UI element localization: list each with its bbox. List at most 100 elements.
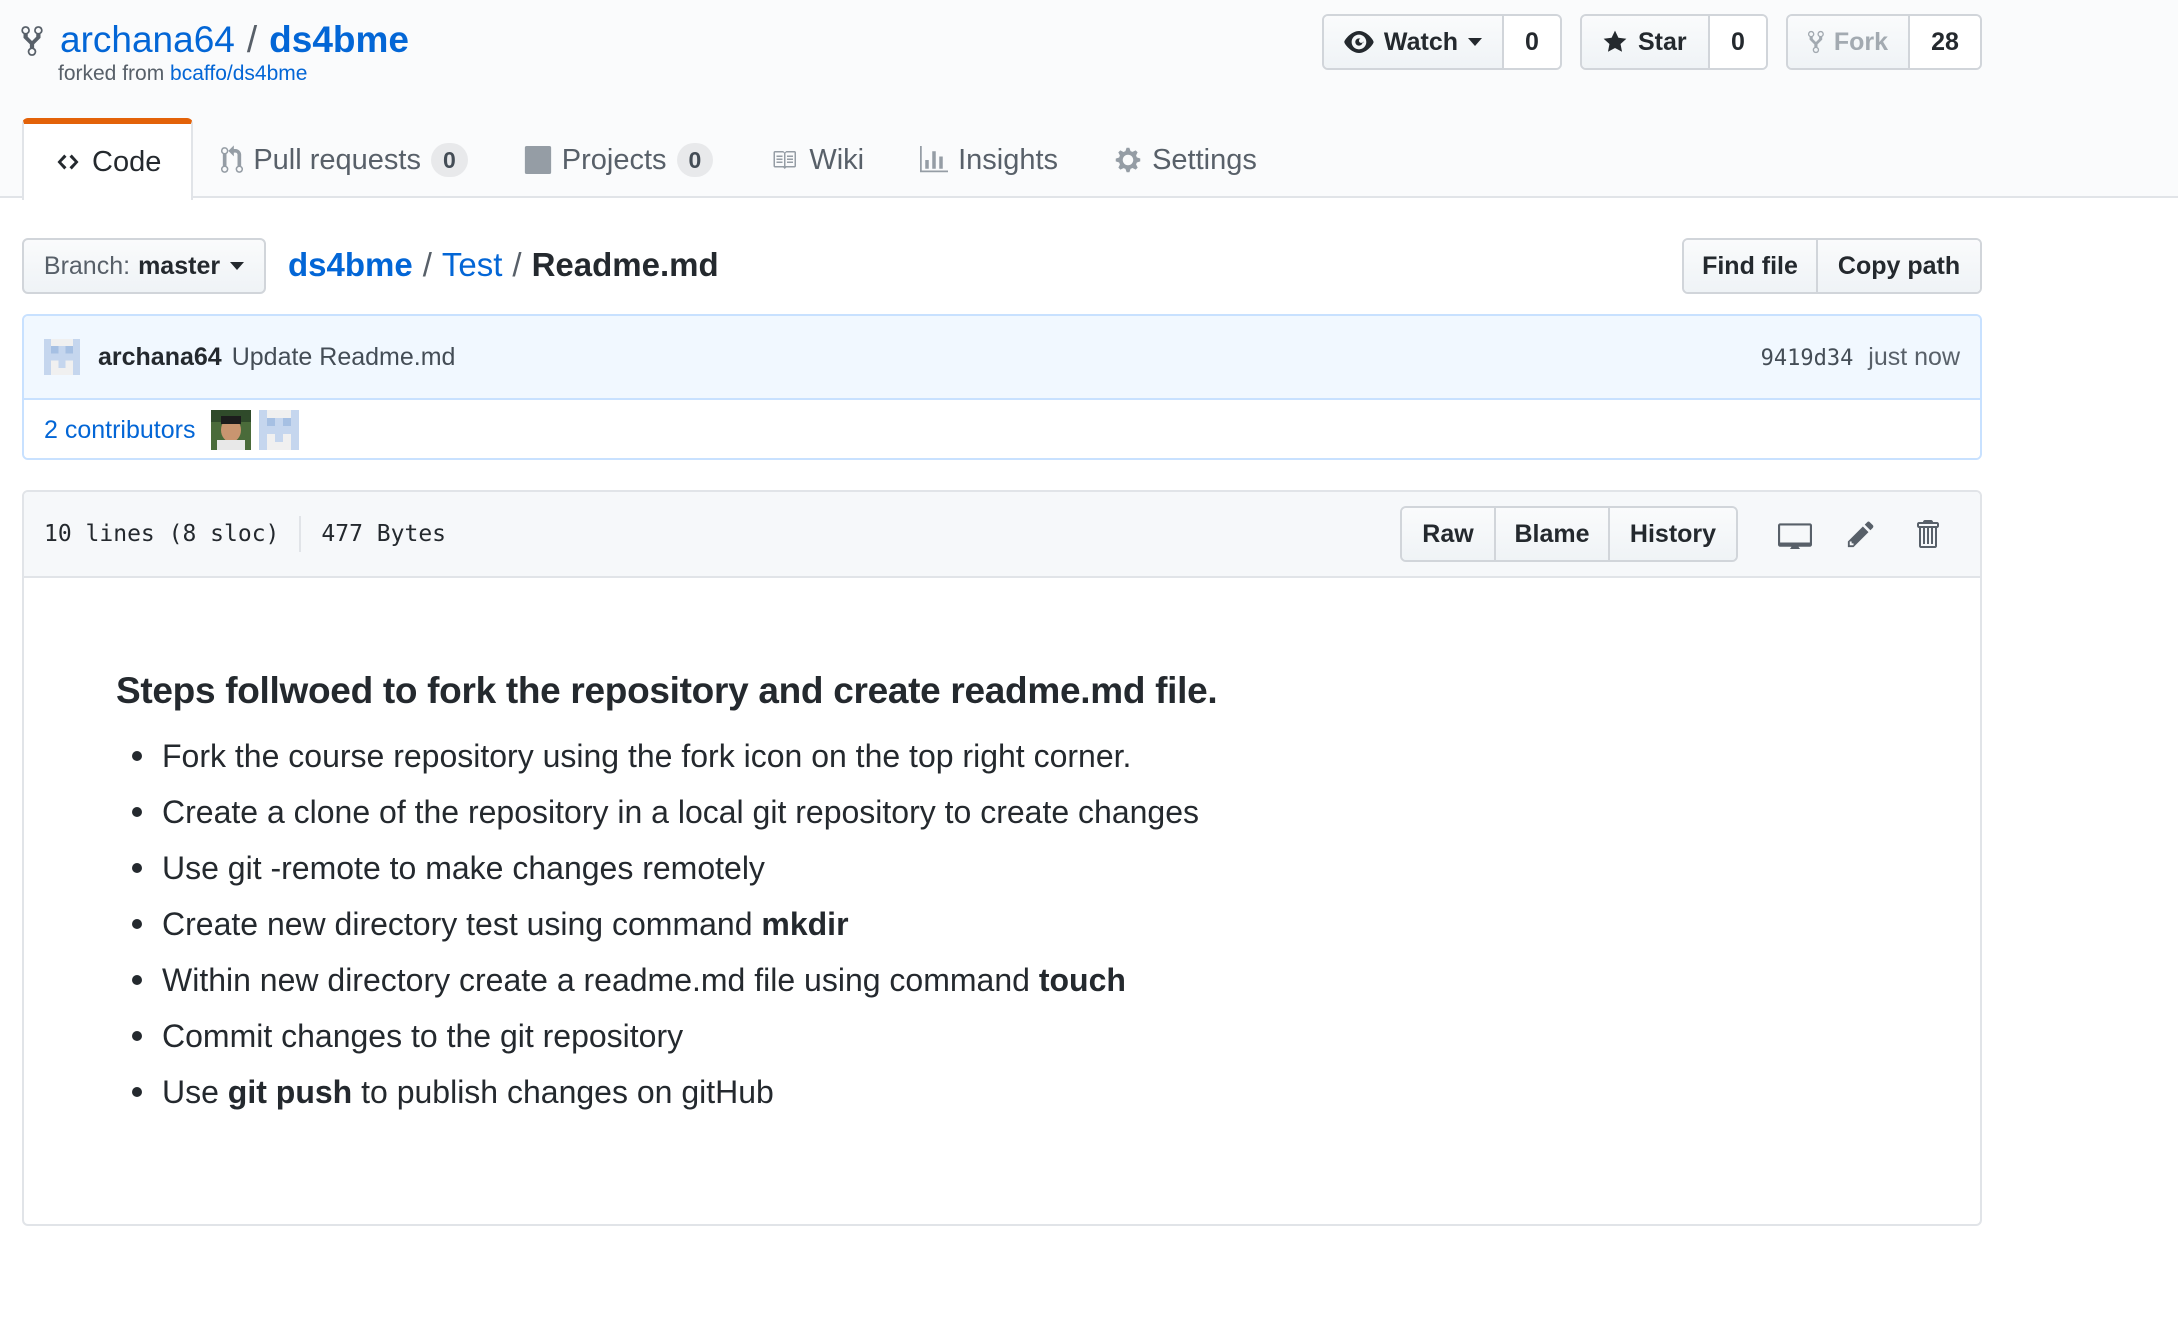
graph-icon (920, 146, 949, 173)
repo-title: archana64 / ds4bme (20, 14, 409, 66)
commit-sha-link[interactable]: 9419d34 (1761, 346, 1854, 371)
watch-label: Watch (1383, 27, 1458, 56)
avatar[interactable] (44, 339, 80, 375)
open-desktop-button[interactable] (1762, 506, 1828, 562)
list-item-bold: mkdir (761, 906, 849, 942)
star-action: Star 0 (1580, 14, 1768, 70)
breadcrumb-file-name: Readme.md (531, 246, 719, 283)
file-line-count: 10 lines (8 sloc) (44, 521, 280, 547)
contributor-avatar[interactable] (259, 410, 300, 450)
contributors-link[interactable]: 2 contributors (44, 416, 195, 445)
list-item-text: Fork the course repository using the for… (162, 738, 1132, 774)
eye-icon (1344, 31, 1374, 53)
branch-prefix: Branch: (43, 251, 131, 280)
list-item-text: Use git -remote to make changes remotely (162, 850, 765, 886)
star-count[interactable]: 0 (1708, 16, 1766, 68)
readme-list: Fork the course repository using the for… (116, 736, 1888, 1112)
pencil-icon (1847, 521, 1874, 548)
tab-settings[interactable]: Settings (1086, 120, 1285, 200)
commit-meta: 9419d34 just now (1761, 343, 1960, 372)
copy-path-button[interactable]: Copy path (1818, 240, 1980, 292)
commit-message-link[interactable]: Update Readme.md (232, 343, 456, 372)
breadcrumb-folder-link[interactable]: Test (442, 242, 503, 288)
repo-title-separator: / (246, 19, 258, 60)
tab-settings-label: Settings (1152, 143, 1257, 176)
list-item: Use git -remote to make changes remotely (132, 848, 1888, 888)
file-header: 10 lines (8 sloc) 477 Bytes Raw Blame Hi… (24, 492, 1980, 578)
repo-owner-link[interactable]: archana64 (60, 14, 235, 66)
chevron-down-icon (1468, 38, 1482, 46)
file-view-buttons: Raw Blame History (1400, 506, 1738, 562)
repo-header: archana64 / ds4bme forked from bcaffo/ds… (0, 0, 2178, 200)
star-label: Star (1638, 27, 1687, 56)
tab-projects[interactable]: Projects 0 (496, 120, 742, 200)
chevron-down-icon (230, 262, 245, 270)
projects-counter: 0 (676, 143, 714, 177)
watch-button[interactable]: Watch (1324, 16, 1502, 68)
breadcrumb-separator: / (422, 246, 432, 283)
raw-button[interactable]: Raw (1402, 508, 1496, 560)
forked-from-link[interactable]: bcaffo/ds4bme (170, 62, 307, 85)
forked-from-label: forked from (58, 62, 165, 85)
repo-tabs: Code Pull requests 0 Projects 0 Wiki Ins… (22, 118, 1285, 200)
file-info-divider (299, 516, 302, 552)
readme-content: Steps follwoed to fork the repository an… (24, 578, 1980, 1218)
list-item: Commit changes to the git repository (132, 1016, 1888, 1056)
branch-select-button[interactable]: Branch: master (22, 238, 266, 294)
latest-commit: archana64 Update Readme.md 9419d34 just … (24, 316, 1980, 400)
readme-heading: Steps follwoed to fork the repository an… (116, 670, 1218, 711)
tab-code-label: Code (92, 145, 162, 178)
project-icon (524, 146, 551, 174)
list-item-text: Create new directory test using command (162, 906, 762, 942)
tab-projects-label: Projects (561, 143, 667, 176)
forked-from: forked from bcaffo/ds4bme (58, 62, 307, 86)
list-item: Use git push to publish changes on gitHu… (132, 1072, 1888, 1112)
trashcan-icon (1917, 520, 1939, 548)
list-item-text: Commit changes to the git repository (162, 1018, 684, 1054)
tab-insights[interactable]: Insights (892, 120, 1086, 200)
history-button[interactable]: History (1610, 508, 1736, 560)
watch-count[interactable]: 0 (1502, 16, 1560, 68)
file-actions: Raw Blame History (1400, 506, 1960, 562)
tab-pull-requests-label: Pull requests (253, 143, 421, 176)
commit-author-link[interactable]: archana64 (98, 343, 222, 372)
list-item: Create new directory test using command … (132, 904, 1888, 944)
list-item-text: to publish changes on gitHub (352, 1074, 774, 1110)
fork-button[interactable]: Fork (1788, 16, 1908, 68)
commit-time: just now (1868, 342, 1960, 371)
star-button[interactable]: Star (1582, 16, 1708, 68)
list-item-text: Within new directory create a readme.md … (162, 962, 1039, 998)
blame-button[interactable]: Blame (1496, 508, 1610, 560)
delete-file-button[interactable] (1894, 506, 1960, 562)
list-item-text: Create a clone of the repository in a lo… (162, 794, 1200, 830)
code-icon (57, 154, 79, 170)
repo-forked-icon (1808, 30, 1824, 54)
gear-icon (1115, 147, 1141, 173)
tab-code[interactable]: Code (22, 118, 194, 200)
list-item-bold: touch (1038, 962, 1126, 998)
watch-action: Watch 0 (1322, 14, 1562, 70)
edit-file-button[interactable] (1828, 506, 1894, 562)
tab-pull-requests[interactable]: Pull requests 0 (193, 120, 495, 200)
file-box: 10 lines (8 sloc) 477 Bytes Raw Blame Hi… (22, 490, 1982, 1226)
repo-name-link[interactable]: ds4bme (269, 14, 409, 66)
list-item-bold: git push (227, 1074, 353, 1110)
breadcrumb: ds4bme / Test / Readme.md (288, 242, 719, 288)
list-item: Within new directory create a readme.md … (132, 960, 1888, 1000)
desktop-icon (1778, 523, 1812, 549)
find-file-button[interactable]: Find file (1684, 240, 1818, 292)
breadcrumb-repo-link[interactable]: ds4bme (288, 242, 413, 288)
contributor-avatar[interactable] (211, 410, 252, 450)
list-item: Create a clone of the repository in a lo… (132, 792, 1888, 832)
list-item: Fork the course repository using the for… (132, 736, 1888, 776)
repo-forked-icon (21, 26, 43, 56)
list-item-prefix: Use (162, 1074, 228, 1110)
fork-label: Fork (1833, 27, 1888, 56)
tab-wiki-label: Wiki (809, 143, 865, 176)
pull-request-icon (221, 145, 244, 173)
pull-requests-counter: 0 (430, 143, 468, 177)
tab-wiki[interactable]: Wiki (741, 120, 892, 200)
fork-count[interactable]: 28 (1908, 16, 1980, 68)
breadcrumb-separator: / (512, 246, 522, 283)
file-size: 477 Bytes (321, 521, 447, 547)
